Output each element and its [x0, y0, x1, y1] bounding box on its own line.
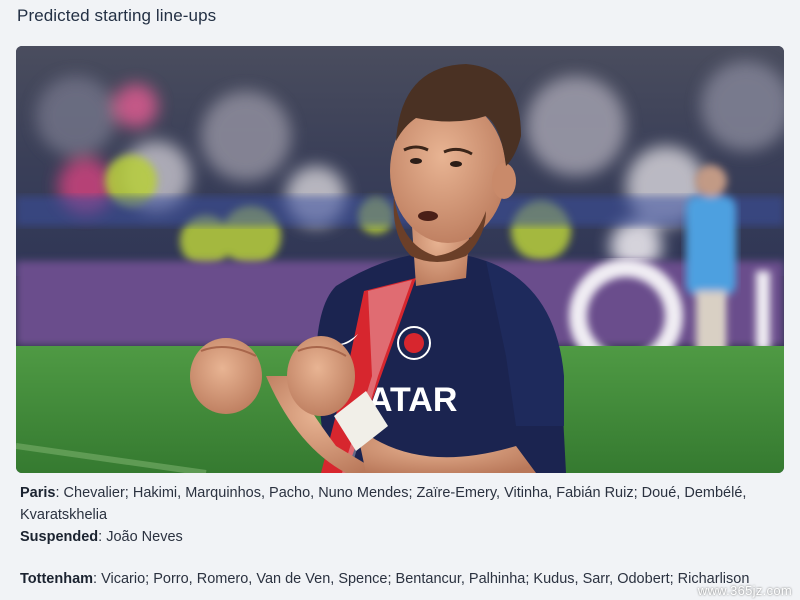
suspended-players: : João Neves: [98, 529, 183, 545]
site-watermark: www.365jz.com: [697, 583, 792, 598]
tottenham-lineup: Tottenham: Vicario; Porro, Romero, Van d…: [20, 568, 792, 590]
team-name-tottenham: Tottenham: [20, 571, 94, 587]
paris-players: : Chevalier; Hakimi, Marquinhos, Pacho, …: [20, 485, 747, 523]
team-name-paris: Paris: [20, 485, 56, 501]
paris-lineup: Paris: Chevalier; Hakimi, Marquinhos, Pa…: [20, 482, 792, 526]
article-photo: ATAR: [16, 46, 784, 473]
suspended-line: Suspended: João Neves: [20, 526, 792, 548]
jersey-sponsor-text: ATAR: [368, 381, 457, 419]
tottenham-players: : Vicario; Porro, Romero, Van de Ven, Sp…: [93, 571, 750, 587]
predicted-lineups: Paris: Chevalier; Hakimi, Marquinhos, Pa…: [20, 482, 792, 590]
suspended-label: Suspended: [20, 529, 99, 545]
section-title: Predicted starting line-ups: [17, 6, 217, 25]
player-celebration-image: ATAR: [16, 46, 784, 473]
article-page: Predicted starting line-ups ATAR Paris: …: [0, 0, 800, 600]
